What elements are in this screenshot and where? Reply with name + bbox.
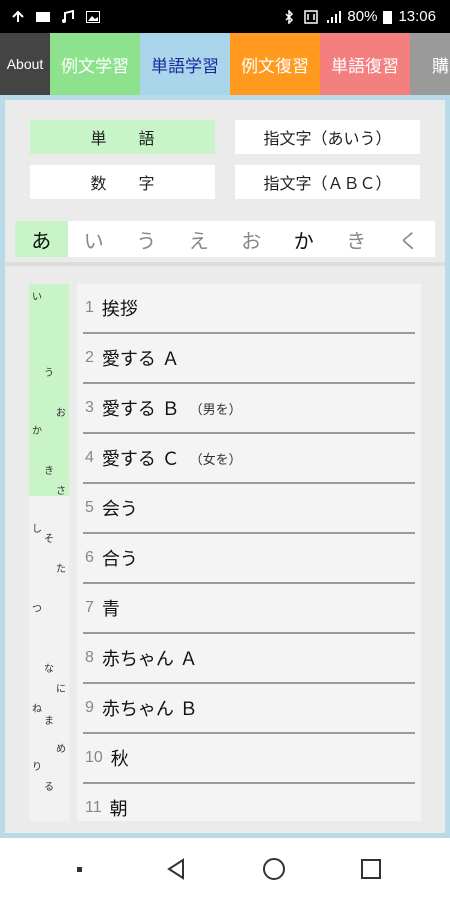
sync-icon	[12, 10, 24, 22]
kana-tab-o[interactable]: お	[225, 221, 278, 257]
index-char[interactable]: ま	[44, 712, 54, 727]
main-frame: 単 語 指文字（あいう） 数 字 指文字（ＡＢＣ） あ い う え お か き …	[0, 95, 450, 838]
kana-tab-ku[interactable]: く	[383, 221, 436, 257]
item-number: 5	[85, 499, 94, 516]
category-numbers-button[interactable]: 数 字	[30, 165, 215, 199]
square-dot-icon	[76, 867, 82, 872]
image-icon	[86, 10, 100, 23]
item-word: 合う	[101, 549, 138, 570]
message-icon	[36, 11, 50, 22]
list-item[interactable]: 3 愛する Ｂ （男を）	[83, 384, 415, 434]
list-item[interactable]: 4 愛する Ｃ （女を）	[83, 434, 415, 484]
item-word: 愛する Ａ	[101, 349, 180, 370]
item-number: 9	[85, 699, 94, 716]
notification-icons	[10, 9, 101, 24]
index-char[interactable]: る	[44, 778, 54, 793]
item-number: 4	[85, 449, 94, 466]
item-number: 3	[85, 399, 94, 416]
tab-word-study[interactable]: 単語学習	[140, 33, 230, 95]
list-item[interactable]: 9 赤ちゃん Ｂ	[83, 684, 415, 734]
index-char[interactable]: な	[44, 660, 54, 675]
item-number: 7	[85, 599, 94, 616]
content-panel: 単 語 指文字（あいう） 数 字 指文字（ＡＢＣ） あ い う え お か き …	[5, 100, 445, 833]
item-number: 8	[85, 649, 94, 666]
index-char[interactable]: う	[44, 364, 54, 379]
index-char[interactable]: き	[44, 462, 54, 477]
list-item[interactable]: 8 赤ちゃん Ａ	[83, 634, 415, 684]
list-item[interactable]: 2 愛する Ａ	[83, 334, 415, 384]
kana-tab-ki[interactable]: き	[330, 221, 383, 257]
item-word: 青	[101, 599, 120, 620]
kana-tab-e[interactable]: え	[173, 221, 226, 257]
index-char[interactable]: お	[56, 404, 66, 419]
index-char[interactable]: か	[32, 422, 42, 437]
index-char[interactable]: さ	[56, 482, 66, 497]
index-char[interactable]: そ	[44, 530, 54, 545]
nav-home-button[interactable]	[254, 849, 294, 889]
list-item[interactable]: 5 会う	[83, 484, 415, 534]
tab-example-review[interactable]: 例文復習	[230, 33, 320, 95]
item-note: （女を）	[189, 452, 242, 468]
nav-back-button[interactable]	[156, 849, 196, 889]
kana-tab-row: あ い う え お か き く	[15, 221, 435, 257]
item-number: 6	[85, 549, 94, 566]
nav-recents-button[interactable]	[351, 849, 391, 889]
home-circle-icon	[262, 858, 285, 880]
list-item[interactable]: 1 挨拶	[83, 284, 415, 334]
list-item[interactable]: 7 青	[83, 584, 415, 634]
item-word: 愛する Ｂ	[101, 399, 180, 420]
recents-square-icon	[361, 859, 382, 879]
clock: 13:06	[398, 8, 436, 25]
item-number: 11	[85, 799, 102, 816]
index-char[interactable]: つ	[32, 600, 42, 615]
index-char[interactable]: に	[56, 680, 66, 695]
battery-icon	[383, 10, 393, 24]
list-item[interactable]: 10 秋	[83, 734, 415, 784]
battery-percent: 80%	[347, 8, 378, 25]
kana-tab-u[interactable]: う	[120, 221, 173, 257]
item-word: 朝	[109, 799, 128, 820]
signal-icon	[327, 10, 342, 23]
category-fingerspell-abc-button[interactable]: 指文字（ＡＢＣ）	[235, 165, 420, 199]
tab-bar: About 例文学習 単語学習 例文復習 単語復習 購	[0, 33, 450, 95]
index-char[interactable]: た	[56, 560, 66, 575]
item-word: 赤ちゃん Ｂ	[101, 699, 198, 720]
divider	[5, 262, 445, 266]
nfc-icon	[304, 9, 319, 24]
index-char[interactable]: ね	[32, 700, 42, 715]
music-icon	[62, 9, 74, 23]
item-number: 10	[85, 749, 103, 766]
item-word: 赤ちゃん Ａ	[101, 649, 198, 670]
system-icons: 80% 13:06	[281, 8, 436, 25]
word-list: 1 挨拶 2 愛する Ａ 3 愛する Ｂ （男を） 4 愛する Ｃ （女を） 5…	[77, 284, 421, 821]
item-note: （男を）	[189, 402, 242, 418]
index-char[interactable]: い	[32, 288, 42, 303]
tab-purchase[interactable]: 購	[410, 33, 450, 95]
item-word: 会う	[101, 499, 138, 520]
status-bar: 80% 13:06	[0, 0, 450, 33]
tab-word-review[interactable]: 単語復習	[320, 33, 410, 95]
category-fingerspell-aiu-button[interactable]: 指文字（あいう）	[235, 120, 420, 154]
list-item[interactable]: 6 合う	[83, 534, 415, 584]
index-char[interactable]: し	[32, 520, 42, 535]
kana-tab-i[interactable]: い	[68, 221, 121, 257]
item-word: 秋	[110, 749, 129, 770]
bluetooth-icon	[285, 9, 294, 24]
nav-menu-button[interactable]	[59, 849, 99, 889]
item-word: 愛する Ｃ	[101, 449, 180, 470]
index-scrubber[interactable]: い う お か き さ し そ た つ な に ね ま め り る	[29, 284, 69, 821]
index-char[interactable]: り	[32, 758, 42, 773]
item-number: 1	[85, 299, 94, 316]
kana-tab-a[interactable]: あ	[15, 221, 68, 257]
category-words-button[interactable]: 単 語	[30, 120, 215, 154]
kana-tab-ka[interactable]: か	[278, 221, 331, 257]
navigation-bar	[0, 838, 450, 900]
tab-about[interactable]: About	[0, 33, 50, 95]
item-number: 2	[85, 349, 94, 366]
index-char[interactable]: め	[56, 740, 66, 755]
item-word: 挨拶	[101, 299, 138, 320]
tab-example-study[interactable]: 例文学習	[50, 33, 140, 95]
back-triangle-icon	[167, 858, 185, 880]
list-item[interactable]: 11 朝	[83, 784, 415, 821]
